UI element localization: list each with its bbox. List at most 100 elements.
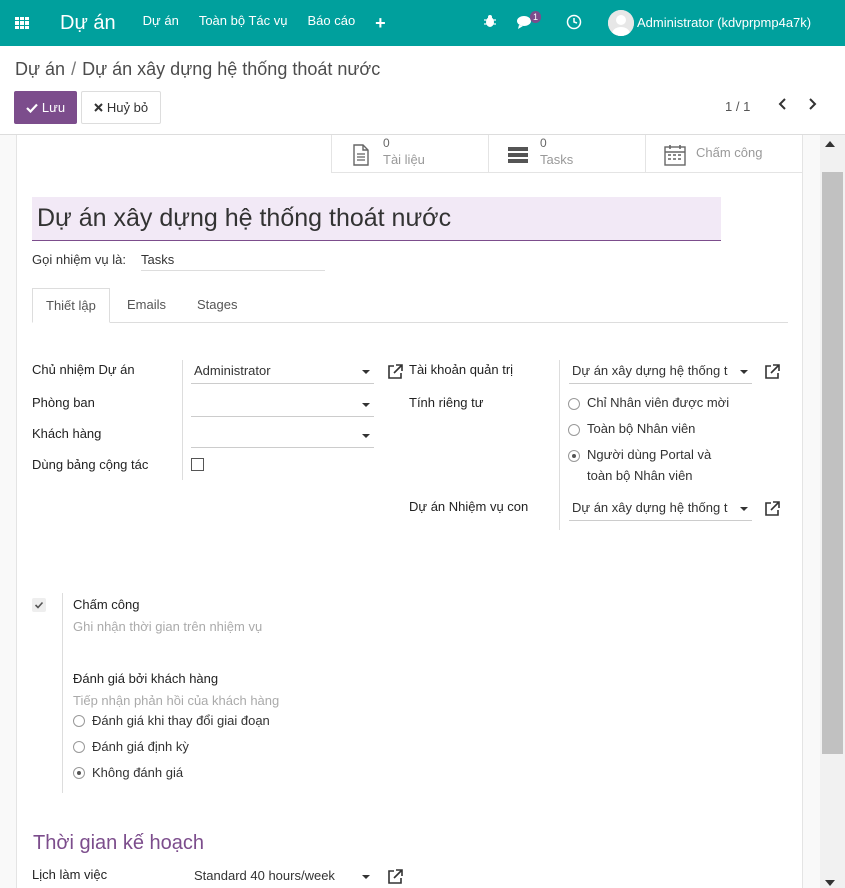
caret-down-icon — [362, 875, 370, 879]
caret-down-icon — [362, 403, 370, 407]
timesheet-checkbox[interactable] — [32, 598, 46, 612]
breadcrumb-parent[interactable]: Dự án — [15, 59, 65, 79]
save-label: Lưu — [41, 100, 66, 115]
column-divider — [182, 360, 183, 480]
breadcrumb-separator: / — [71, 59, 77, 79]
department-select[interactable] — [191, 393, 374, 417]
timesheet-button[interactable]: Chấm công — [645, 135, 802, 173]
main-menu: Dự án Toàn bộ Tác vụ Báo cáo + — [143, 13, 386, 34]
app-brand[interactable]: Dự án — [60, 12, 116, 35]
customer-select[interactable] — [191, 424, 374, 448]
collaborative-pad-label: Dùng bảng cộng tác — [32, 457, 149, 472]
customer-label: Khách hàng — [32, 426, 102, 441]
tab-emails[interactable]: Emails — [127, 288, 166, 323]
collaborative-pad-checkbox[interactable] — [191, 458, 204, 471]
form-sheet: 0 Tài liệu 0 Tasks Chấm công Dự án xây d… — [16, 135, 803, 888]
rating-radio-none[interactable] — [73, 767, 85, 779]
caret-down-icon — [740, 370, 748, 374]
privacy-radio-employees[interactable] — [568, 424, 580, 436]
save-button[interactable]: Lưu — [14, 91, 77, 124]
user-menu[interactable]: Administrator (kdvprpmp4a7k) — [637, 15, 811, 30]
tab-stages[interactable]: Stages — [197, 288, 237, 323]
caret-down-icon — [362, 370, 370, 374]
external-link-icon[interactable] — [386, 868, 404, 886]
subtask-project-value: Dự án xây dựng hệ thống t — [572, 500, 728, 515]
documents-label: Tài liệu — [383, 152, 425, 167]
breadcrumb-current: Dự án xây dựng hệ thống thoát nước — [82, 59, 381, 79]
privacy-radio-invited[interactable] — [568, 398, 580, 410]
caret-down-icon — [362, 434, 370, 438]
timesheet-setting-title: Chấm công — [73, 597, 140, 612]
subtask-project-select[interactable]: Dự án xây dựng hệ thống t — [569, 497, 752, 521]
privacy-option-portal[interactable]: Người dùng Portal và — [587, 447, 711, 462]
document-icon — [353, 144, 369, 166]
top-navbar: Dự án Dự án Toàn bộ Tác vụ Báo cáo + 1 A… — [0, 0, 845, 46]
tab-settings[interactable]: Thiết lập — [32, 288, 110, 323]
check-icon — [34, 601, 44, 609]
scroll-down-arrow-icon[interactable] — [825, 880, 835, 886]
scroll-up-arrow-icon[interactable] — [825, 141, 835, 147]
manager-select[interactable]: Administrator — [191, 360, 374, 384]
privacy-option-invited[interactable]: Chỉ Nhân viên được mời — [587, 395, 729, 410]
rating-radio-stage[interactable] — [73, 715, 85, 727]
privacy-option-portal-line2[interactable]: toàn bộ Nhân viên — [587, 468, 693, 483]
close-icon — [94, 103, 103, 112]
caret-down-icon — [740, 507, 748, 511]
rating-option-periodic[interactable]: Đánh giá định kỳ — [92, 739, 189, 754]
rating-option-none[interactable]: Không đánh giá — [92, 765, 183, 780]
external-link-icon[interactable] — [763, 363, 781, 381]
external-link-icon[interactable] — [386, 363, 404, 381]
column-divider — [559, 360, 560, 530]
timesheet-setting-help: Ghi nhận thời gian trên nhiệm vụ — [73, 619, 263, 634]
setting-divider — [62, 593, 63, 793]
task-alias-label: Gọi nhiệm vụ là: — [32, 252, 126, 267]
menu-item-all-tasks[interactable]: Toàn bộ Tác vụ — [199, 13, 288, 34]
apps-menu-icon[interactable] — [15, 17, 29, 29]
working-calendar-value: Standard 40 hours/week — [194, 868, 335, 883]
manager-value: Administrator — [194, 363, 271, 378]
project-name-field[interactable]: Dự án xây dựng hệ thống thoát nước — [32, 197, 721, 241]
analytic-account-value: Dự án xây dựng hệ thống t — [572, 363, 728, 378]
manager-label: Chủ nhiệm Dự án — [32, 362, 135, 377]
pager-value[interactable]: 1 / 1 — [725, 99, 750, 114]
documents-count: 0 — [383, 136, 390, 150]
notebook-tabs: Thiết lập Emails Stages — [32, 288, 788, 323]
chevron-left-icon[interactable] — [776, 97, 790, 111]
chevron-right-icon[interactable] — [805, 97, 819, 111]
plus-icon[interactable]: + — [375, 13, 386, 34]
working-calendar-label: Lịch làm việc — [32, 867, 108, 882]
check-icon — [26, 103, 38, 113]
discard-button[interactable]: Huỷ bỏ — [81, 91, 161, 124]
menu-item-reports[interactable]: Báo cáo — [307, 13, 355, 34]
calendar-icon — [664, 145, 686, 166]
working-calendar-select[interactable]: Standard 40 hours/week — [191, 865, 374, 888]
menu-item-projects[interactable]: Dự án — [143, 13, 179, 34]
tasks-label: Tasks — [540, 152, 574, 167]
rating-setting-help: Tiếp nhận phản hồi của khách hàng — [73, 693, 280, 708]
bug-icon[interactable] — [483, 14, 497, 28]
user-avatar[interactable] — [608, 10, 634, 36]
rating-radio-periodic[interactable] — [73, 741, 85, 753]
analytic-account-select[interactable]: Dự án xây dựng hệ thống t — [569, 360, 752, 384]
timesheet-label: Chấm công — [696, 145, 763, 160]
task-alias-field[interactable]: Tasks — [141, 252, 325, 271]
external-link-icon[interactable] — [763, 500, 781, 518]
clock-icon[interactable] — [566, 14, 582, 30]
department-label: Phòng ban — [32, 395, 95, 410]
chat-count-badge: 1 — [530, 11, 542, 23]
tasks-button[interactable]: 0 Tasks — [488, 135, 645, 173]
analytic-account-label: Tài khoản quản trị — [409, 362, 514, 377]
control-panel: Dự án / Dự án xây dựng hệ thống thoát nước… — [0, 46, 845, 135]
subtask-project-label: Dự án Nhiệm vụ con — [409, 499, 529, 514]
planning-section-title: Thời gian kế hoạch — [33, 832, 204, 854]
rating-option-stage[interactable]: Đánh giá khi thay đổi giai đoạn — [92, 713, 270, 728]
tasks-count: 0 — [540, 136, 547, 150]
privacy-radio-portal[interactable] — [568, 450, 580, 462]
documents-button[interactable]: 0 Tài liệu — [331, 135, 488, 173]
privacy-label: Tính riêng tư — [409, 395, 484, 410]
rating-setting-title: Đánh giá bởi khách hàng — [73, 671, 219, 686]
scrollbar-thumb[interactable] — [822, 172, 843, 754]
smart-button-box: 0 Tài liệu 0 Tasks Chấm công — [331, 135, 802, 173]
privacy-option-employees[interactable]: Toàn bộ Nhân viên — [587, 421, 695, 436]
tasks-icon — [508, 147, 528, 163]
